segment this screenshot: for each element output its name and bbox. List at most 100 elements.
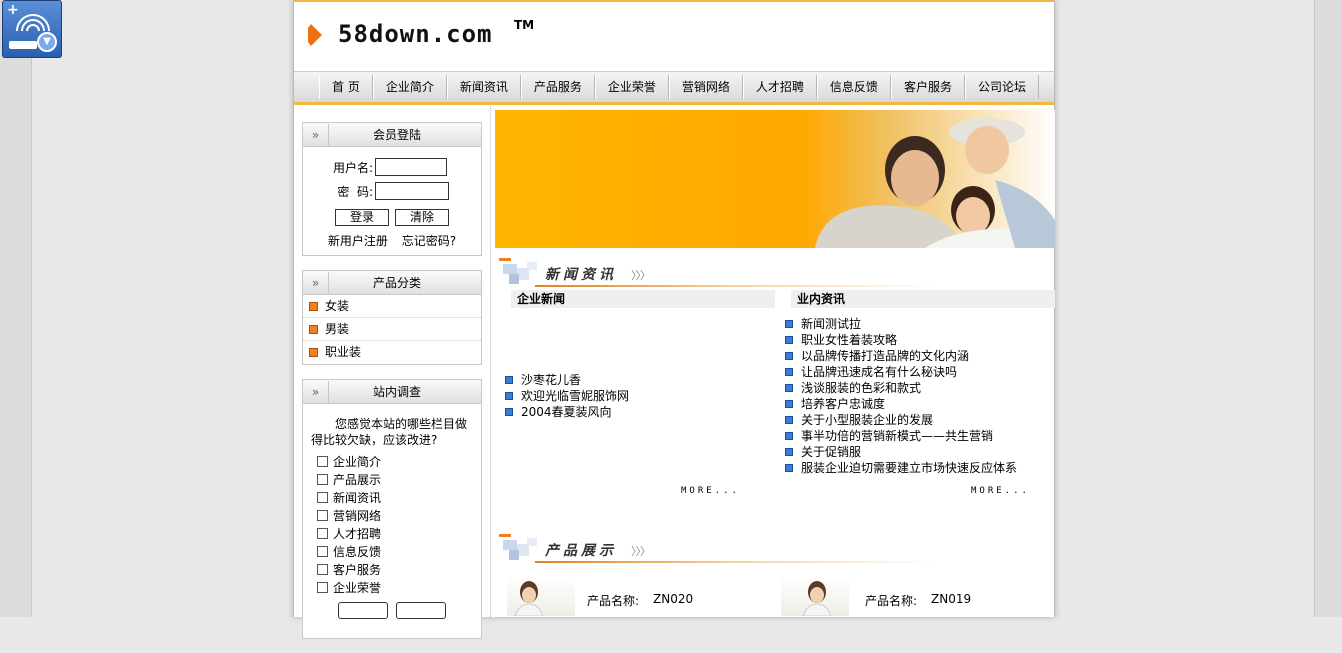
download-arrow-icon: ▼: [37, 32, 57, 52]
survey-option[interactable]: 企业荣誉: [311, 578, 473, 596]
checkbox[interactable]: [317, 455, 328, 467]
news-item[interactable]: 服装企业迫切需要建立市场快速反应体系: [785, 460, 1017, 476]
logo-mark-icon: [308, 24, 322, 46]
checkbox[interactable]: [317, 563, 328, 575]
site-header: 58down.com TM: [294, 0, 1054, 72]
nav-about[interactable]: 企业简介: [372, 75, 447, 99]
left-window-gutter: [0, 0, 32, 617]
bullet-icon: [309, 324, 318, 334]
checkbox[interactable]: [317, 581, 328, 593]
product-section-title: 产品展示 〉〉〉: [495, 534, 1055, 566]
bullet-icon: [505, 376, 513, 384]
bullet-icon: [785, 432, 793, 440]
news-item[interactable]: 让品牌迅速成名有什么秘诀吗: [785, 364, 1017, 380]
survey-option[interactable]: 信息反馈: [311, 542, 473, 560]
clear-button[interactable]: 清除: [395, 209, 450, 226]
news-item[interactable]: 欢迎光临雪妮服饰网: [505, 388, 629, 404]
news-item[interactable]: 以品牌传播打造品牌的文化内涵: [785, 348, 1017, 364]
nav-service[interactable]: 客户服务: [890, 75, 965, 99]
username-input[interactable]: [375, 158, 447, 176]
news-item[interactable]: 事半功倍的营销新模式——共生营销: [785, 428, 1017, 444]
news-item[interactable]: 沙枣花儿香: [505, 372, 629, 388]
survey-option[interactable]: 人才招聘: [311, 524, 473, 542]
bullet-icon: [785, 400, 793, 408]
nav-news[interactable]: 新闻资讯: [446, 75, 521, 99]
survey-option[interactable]: 企业简介: [311, 452, 473, 470]
survey-option[interactable]: 产品展示: [311, 470, 473, 488]
survey-option[interactable]: 营销网络: [311, 506, 473, 524]
category-title: 产品分类: [372, 276, 421, 290]
checkbox[interactable]: [317, 509, 328, 521]
product-image[interactable]: [507, 576, 575, 616]
news-item[interactable]: 浅谈服装的色彩和款式: [785, 380, 1017, 396]
news-item[interactable]: 关于小型服装企业的发展: [785, 412, 1017, 428]
checkbox[interactable]: [317, 473, 328, 485]
news-item[interactable]: 2004春夏装风向: [505, 404, 629, 420]
nav-honors[interactable]: 企业荣誉: [594, 75, 669, 99]
decor-arrows-icon: 〉〉〉: [631, 545, 651, 558]
bullet-icon: [505, 392, 513, 400]
checkbox[interactable]: [317, 527, 328, 539]
product-code[interactable]: ZN019: [931, 592, 971, 606]
decor-blocks-icon: [499, 258, 537, 284]
product-name-label: 产品名称:: [865, 594, 918, 608]
bullet-icon: [785, 368, 793, 376]
product-name-label: 产品名称:: [587, 594, 640, 608]
checkbox[interactable]: [317, 545, 328, 557]
bullet-icon: [785, 336, 793, 344]
chevron-right-icon: »: [303, 380, 329, 403]
password-input[interactable]: [375, 182, 449, 200]
checkbox[interactable]: [317, 491, 328, 503]
survey-option[interactable]: 客户服务: [311, 560, 473, 578]
nav-forum[interactable]: 公司论坛: [964, 75, 1039, 99]
survey-submit-button[interactable]: [338, 602, 388, 619]
trademark-symbol: TM: [514, 18, 535, 32]
company-news-heading: 企业新闻: [511, 290, 775, 308]
bullet-icon: [785, 352, 793, 360]
survey-question: 您感觉本站的哪些栏目做得比较欠缺，应该改进?: [311, 417, 468, 447]
category-item[interactable]: 女装: [303, 295, 481, 318]
site-logo[interactable]: 58down.com: [338, 20, 493, 48]
website-page: 58down.com TM 首 页 企业简介 新闻资讯 产品服务 企业荣誉 营销…: [293, 0, 1055, 639]
survey-box: » 站内调查 您感觉本站的哪些栏目做得比较欠缺，应该改进? 企业简介 产品展示 …: [302, 379, 482, 639]
company-news-more-link[interactable]: MORE...: [681, 486, 740, 496]
login-title: 会员登陆: [372, 128, 421, 142]
category-box: » 产品分类 女装 男装 职业装: [302, 270, 482, 365]
nav-home[interactable]: 首 页: [319, 75, 373, 99]
bullet-icon: [505, 408, 513, 416]
news-item[interactable]: 培养客户忠诚度: [785, 396, 1017, 412]
news-item[interactable]: 职业女性着装攻略: [785, 332, 1017, 348]
survey-view-button[interactable]: [396, 602, 446, 619]
username-label: 用户名:: [332, 160, 373, 175]
decor-blocks-icon: [499, 534, 537, 560]
family-photo-illustration: [815, 118, 1055, 248]
column-divider: [490, 106, 491, 617]
register-link[interactable]: 新用户注册: [328, 234, 388, 248]
survey-option[interactable]: 新闻资讯: [311, 488, 473, 506]
password-label: 密 码:: [337, 184, 373, 199]
nav-jobs[interactable]: 人才招聘: [742, 75, 817, 99]
category-item[interactable]: 职业装: [303, 341, 481, 364]
bullet-icon: [785, 384, 793, 392]
forgot-password-link[interactable]: 忘记密码?: [402, 234, 456, 248]
nav-network[interactable]: 营销网络: [668, 75, 743, 99]
right-window-gutter: [1314, 0, 1342, 617]
news-item[interactable]: 新闻测试拉: [785, 316, 1017, 332]
login-button[interactable]: 登录: [334, 209, 389, 226]
family-banner: [495, 110, 1055, 248]
bullet-icon: [785, 416, 793, 424]
category-item[interactable]: 男装: [303, 318, 481, 341]
nav-feedback[interactable]: 信息反馈: [816, 75, 891, 99]
industry-news-more-link[interactable]: MORE...: [971, 486, 1030, 496]
news-item[interactable]: 关于促销服: [785, 444, 1017, 460]
industry-news-heading: 业内资讯: [791, 290, 1055, 308]
bullet-icon: [785, 320, 793, 328]
product-code[interactable]: ZN020: [653, 592, 693, 606]
main-content: 新闻资讯 〉〉〉 企业新闻 沙枣花儿香 欢迎光临雪妮服饰网 2004春夏装风向 …: [495, 110, 1055, 616]
industry-news-column: 业内资讯 新闻测试拉 职业女性着装攻略 以品牌传播打造品牌的文化内涵 让品牌迅速…: [775, 290, 1055, 516]
login-box: » 会员登陆 用户名: 密 码: 登录 清除 新用户注册 忘记密码?: [302, 122, 482, 256]
nav-products[interactable]: 产品服务: [520, 75, 595, 99]
network-app-icon[interactable]: + ▼: [2, 0, 62, 58]
product-image[interactable]: [781, 576, 849, 616]
bullet-icon: [309, 348, 318, 357]
